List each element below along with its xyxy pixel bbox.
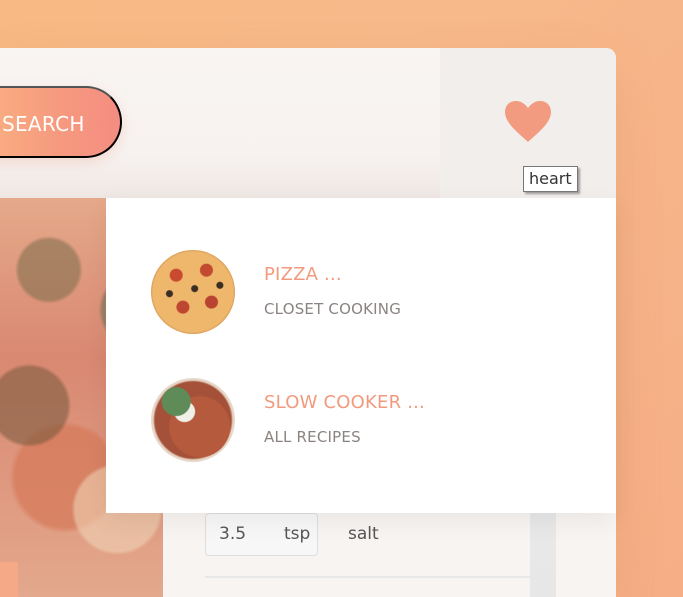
ingredient-name: salt [348,524,379,544]
bookmark-thumbnail [151,250,235,334]
ingredient-divider [205,576,530,578]
bookmarks-dropdown: PIZZA ... CLOSET COOKING SLOW COOKER ...… [106,198,616,513]
ingredient-unit: tsp [284,524,311,544]
bookmark-thumbnail [151,378,235,462]
bookmark-item[interactable]: PIZZA ... CLOSET COOKING [106,230,616,350]
bookmark-publisher: CLOSET COOKING [264,300,402,318]
photo-tag [0,562,18,597]
ingredient-row: 3.5 tsp salt [205,513,530,556]
bookmark-title: SLOW COOKER ... [264,392,425,413]
heart-icon[interactable] [503,100,553,144]
quantity-box[interactable]: 3.5 tsp [205,513,318,556]
ingredient-quantity: 3.5 [219,524,247,544]
bookmark-title: PIZZA ... [264,264,342,285]
search-button-label: SEARCH [2,112,85,136]
heart-shape [505,101,551,142]
heart-tooltip: heart [523,166,578,192]
search-button[interactable]: SEARCH [0,86,122,158]
bookmark-publisher: ALL RECIPES [264,428,361,446]
bookmark-item[interactable]: SLOW COOKER ... ALL RECIPES [106,358,616,478]
